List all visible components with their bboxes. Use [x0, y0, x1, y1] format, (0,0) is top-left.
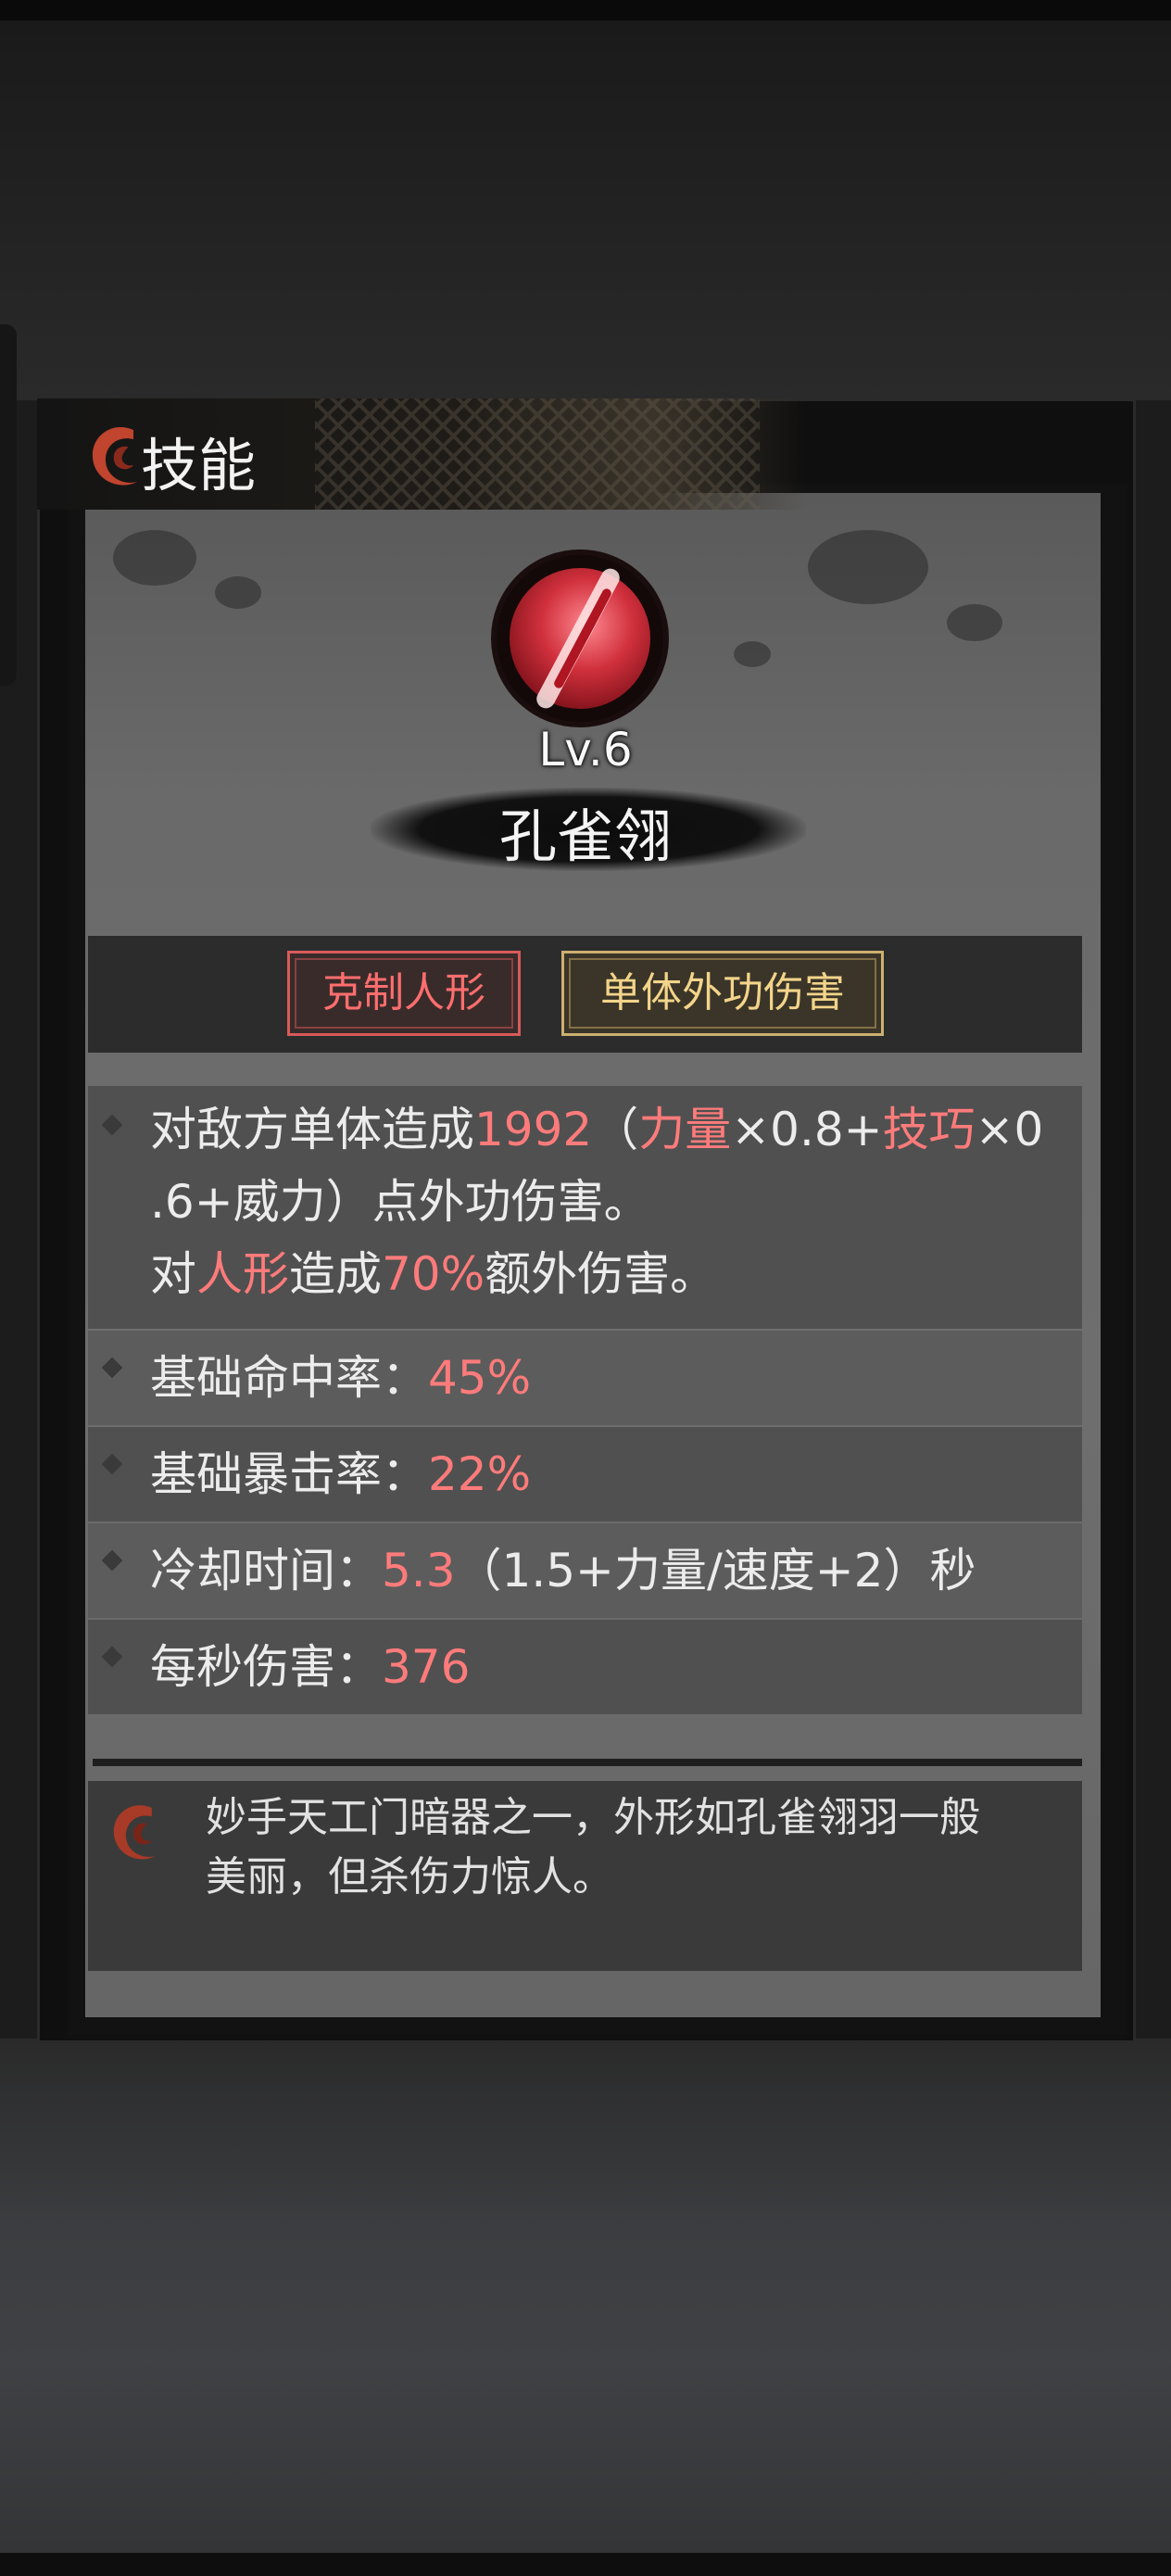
- ink-blot: [808, 530, 928, 604]
- lore-line-2: 美丽，但杀伤力惊人。: [206, 1853, 613, 1900]
- effect-row: 对敌方单体造成1992（力量×0.8+技巧×0 .6+威力）点外功伤害。 对人形…: [88, 1086, 1082, 1329]
- lore-description: 妙手天工门暗器之一，外形如孔雀翎羽一般 美丽，但杀伤力惊人。: [206, 1788, 980, 1907]
- diamond-bullet-icon: [101, 1549, 123, 1572]
- stat-text: 冷却时间：5.3（1.5+力量/速度+2）秒: [150, 1544, 976, 1597]
- section-divider: [93, 1759, 1082, 1766]
- effect-line-2: .6+威力）点外功伤害。: [150, 1175, 650, 1229]
- tag-counter-humanoid: 克制人形: [287, 951, 521, 1036]
- ink-blot: [734, 641, 771, 667]
- header-pattern: [315, 398, 760, 510]
- lore-line-1: 妙手天工门暗器之一，外形如孔雀翎羽一般: [206, 1794, 980, 1841]
- stat-text: 基础命中率：45%: [150, 1351, 532, 1405]
- ink-blot: [947, 604, 1002, 641]
- diamond-bullet-icon: [101, 1646, 123, 1668]
- background-bottom: [0, 2039, 1171, 2576]
- ink-blot: [215, 576, 261, 609]
- stat-row-cooldown: 冷却时间：5.3（1.5+力量/速度+2）秒: [88, 1523, 1082, 1618]
- diamond-bullet-icon: [101, 1357, 123, 1379]
- effect-line-1: 对敌方单体造成1992（力量×0.8+技巧×0: [150, 1103, 1044, 1156]
- bottom-strip: [0, 2553, 1171, 2576]
- tag-single-external-damage: 单体外功伤害: [561, 951, 884, 1036]
- peacock-feather-skill-icon: [491, 549, 669, 727]
- side-drawer-handle[interactable]: [0, 324, 17, 686]
- stat-text: 每秒伤害：376: [150, 1640, 471, 1694]
- stat-row-crit-rate: 基础暴击率：22%: [88, 1427, 1082, 1522]
- status-bar: [0, 0, 1171, 20]
- page-title: 技能: [141, 432, 257, 499]
- stat-text: 基础暴击率：22%: [150, 1447, 532, 1501]
- swirl-logo-icon: [113, 1805, 156, 1860]
- ink-blot: [113, 530, 196, 586]
- skill-name: 孔雀翎: [498, 802, 672, 870]
- stat-row-dps: 每秒伤害：376: [88, 1620, 1082, 1714]
- effect-line-3: 对人形造成70%额外伤害。: [150, 1247, 717, 1301]
- stat-row-hit-rate: 基础命中率：45%: [88, 1331, 1082, 1425]
- diamond-bullet-icon: [101, 1453, 123, 1475]
- skill-level: Lv.6: [538, 723, 633, 777]
- diamond-bullet-icon: [101, 1114, 123, 1136]
- background-top: [0, 20, 1171, 400]
